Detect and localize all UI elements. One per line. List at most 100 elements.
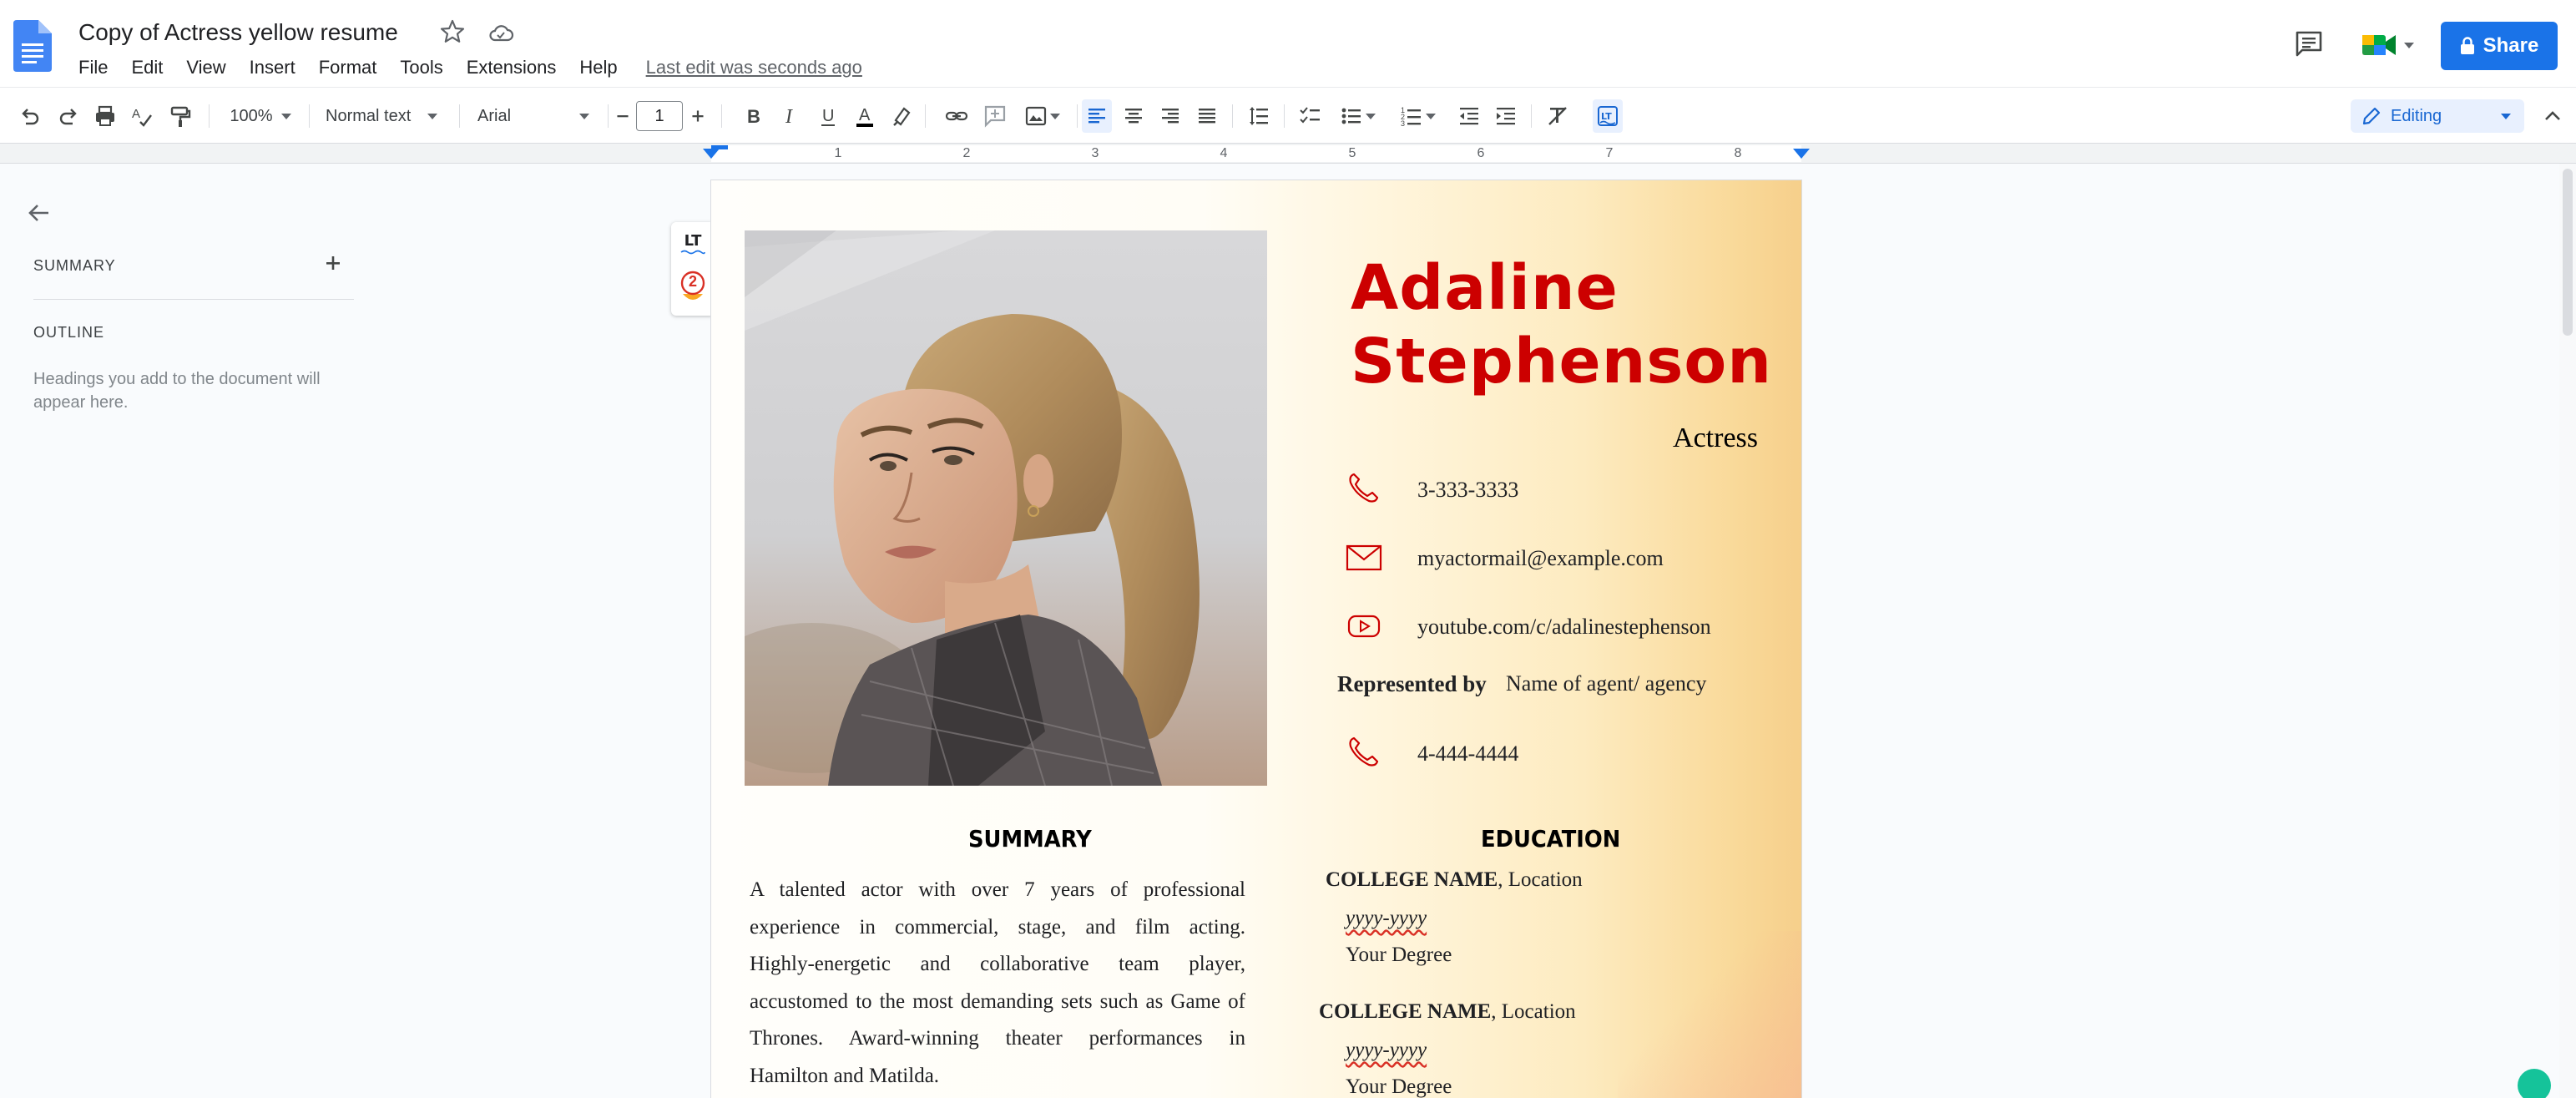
add-summary-icon[interactable] (321, 250, 346, 276)
toolbar: A 100% Normal text Arial 1 B I U A 1 2 3… (0, 87, 2576, 144)
menu-file[interactable]: File (67, 53, 119, 82)
bullet-list-button[interactable] (1334, 99, 1381, 133)
numbered-list-button[interactable]: 123 (1394, 99, 1441, 133)
justify-button[interactable] (1192, 99, 1222, 133)
education-degree: Your Degree (1346, 944, 1452, 966)
share-button[interactable]: Share (2441, 22, 2558, 70)
checklist-button[interactable] (1296, 99, 1326, 133)
ruler-number: 3 (1091, 146, 1099, 160)
education-date: yyyy-yyyy (1346, 1039, 1427, 1061)
comment-history-icon[interactable] (2294, 30, 2324, 58)
text-color-button[interactable]: A (850, 99, 880, 133)
font-select[interactable]: Arial (469, 99, 603, 133)
actress-photo[interactable] (745, 230, 1267, 786)
cloud-saved-icon[interactable] (487, 20, 514, 47)
link-icon (945, 111, 968, 121)
spellcheck-button[interactable]: A (127, 99, 157, 133)
svg-text:B: B (747, 106, 760, 127)
menu-format[interactable]: Format (307, 53, 389, 82)
docs-logo-icon[interactable] (13, 20, 52, 72)
align-right-icon (1162, 109, 1179, 124)
languagetool-toolbar-button[interactable]: LT (1593, 99, 1623, 133)
font-size-increase-button[interactable] (686, 99, 710, 133)
menu-extensions[interactable]: Extensions (455, 53, 568, 82)
insert-image-button[interactable] (1018, 99, 1065, 133)
redo-button[interactable] (53, 99, 83, 133)
undo-button[interactable] (15, 99, 45, 133)
image-icon (1025, 106, 1047, 126)
clear-format-icon (1548, 107, 1567, 125)
underline-button[interactable]: U (813, 99, 843, 133)
bold-button[interactable]: B (738, 99, 768, 133)
svg-text:I: I (785, 106, 793, 128)
paint-format-icon (170, 106, 191, 127)
languagetool-widget[interactable]: LT 2 (671, 222, 715, 316)
align-left-button[interactable] (1082, 99, 1112, 133)
summary-body: A talented actor with over 7 years of pr… (750, 872, 1245, 1095)
education-title: EDUCATION (1481, 825, 1621, 853)
ruler-number: 5 (1348, 146, 1356, 160)
star-icon[interactable] (439, 18, 466, 45)
outline-hint: Headings you add to the document will ap… (33, 370, 321, 412)
print-icon (96, 105, 114, 126)
outline-panel: SUMMARY OUTLINE Headings you add to the … (0, 164, 367, 1098)
agent-phone-icon (1346, 735, 1382, 768)
toolbar-separator (1232, 104, 1233, 128)
resume-role: Actress (1673, 423, 1758, 453)
menu-edit[interactable]: Edit (119, 53, 174, 82)
menu-view[interactable]: View (174, 53, 237, 82)
line-spacing-button[interactable] (1244, 99, 1274, 133)
summary-line: A talented actor with over 7 years of pr… (750, 878, 1245, 901)
title-bar: Copy of Actress yellow resume File Edit … (0, 0, 2576, 87)
align-right-button[interactable] (1155, 99, 1185, 133)
add-comment-button[interactable] (980, 99, 1010, 133)
italic-button[interactable]: I (775, 99, 805, 133)
menu-insert[interactable]: Insert (238, 53, 307, 82)
zoom-select[interactable]: 100% (219, 99, 302, 133)
editing-mode-select[interactable]: Editing (2351, 99, 2524, 133)
font-caret-icon (579, 113, 590, 119)
phone-number: 3-333-3333 (1417, 478, 1519, 502)
languagetool-error-badge[interactable]: 2 (679, 269, 706, 307)
text-color-icon: A (856, 106, 873, 127)
phone-icon (1346, 471, 1382, 504)
last-edit-link[interactable]: Last edit was seconds ago (646, 57, 862, 78)
right-indent-marker[interactable] (1793, 149, 1810, 159)
paint-format-button[interactable] (165, 99, 195, 133)
toolbar-separator (925, 104, 926, 128)
back-arrow-icon[interactable] (25, 199, 53, 227)
hide-menus-button[interactable] (2539, 99, 2566, 133)
align-center-icon (1125, 109, 1142, 124)
image-caret-icon (1050, 113, 1060, 119)
menu-tools[interactable]: Tools (388, 53, 454, 82)
decrease-indent-button[interactable] (1454, 99, 1484, 133)
font-size-decrease-button[interactable] (611, 99, 634, 133)
insert-link-button[interactable] (942, 99, 972, 133)
languagetool-logo: LT (679, 232, 706, 257)
document-page[interactable]: Adaline Stephenson Actress 3-333-3333 my… (711, 180, 1801, 1098)
vertical-scrollbar[interactable] (2559, 164, 2576, 1098)
highlight-button[interactable] (886, 99, 917, 133)
ruler[interactable]: 1 2 3 4 5 6 7 8 (0, 144, 2576, 164)
ruler-number: 2 (962, 146, 971, 160)
languagetool-logo-text: LT (684, 232, 702, 250)
resume-first-name: Adaline (1351, 252, 1619, 324)
print-button[interactable] (90, 99, 120, 133)
meet-button[interactable] (2361, 28, 2416, 62)
agent-phone-number: 4-444-4444 (1417, 741, 1519, 766)
menu-help[interactable]: Help (568, 53, 629, 82)
grammarly-icon[interactable] (2518, 1069, 2551, 1098)
education-college: COLLEGE NAME, Location (1319, 1000, 1576, 1024)
scroll-thumb[interactable] (2563, 169, 2573, 336)
zoom-value: 100% (230, 106, 273, 125)
summary-line: experience in commercial, stage, and fil… (750, 915, 1245, 939)
toolbar-separator (1284, 104, 1285, 128)
left-indent-marker[interactable] (703, 149, 720, 159)
clear-formatting-button[interactable] (1543, 99, 1573, 133)
paragraph-style-select[interactable]: Normal text (319, 99, 452, 133)
document-title[interactable]: Copy of Actress yellow resume (78, 17, 398, 48)
increase-indent-button[interactable] (1491, 99, 1521, 133)
align-center-button[interactable] (1119, 99, 1149, 133)
numbered-list-icon: 123 (1401, 106, 1421, 128)
font-size-input[interactable]: 1 (636, 101, 683, 131)
